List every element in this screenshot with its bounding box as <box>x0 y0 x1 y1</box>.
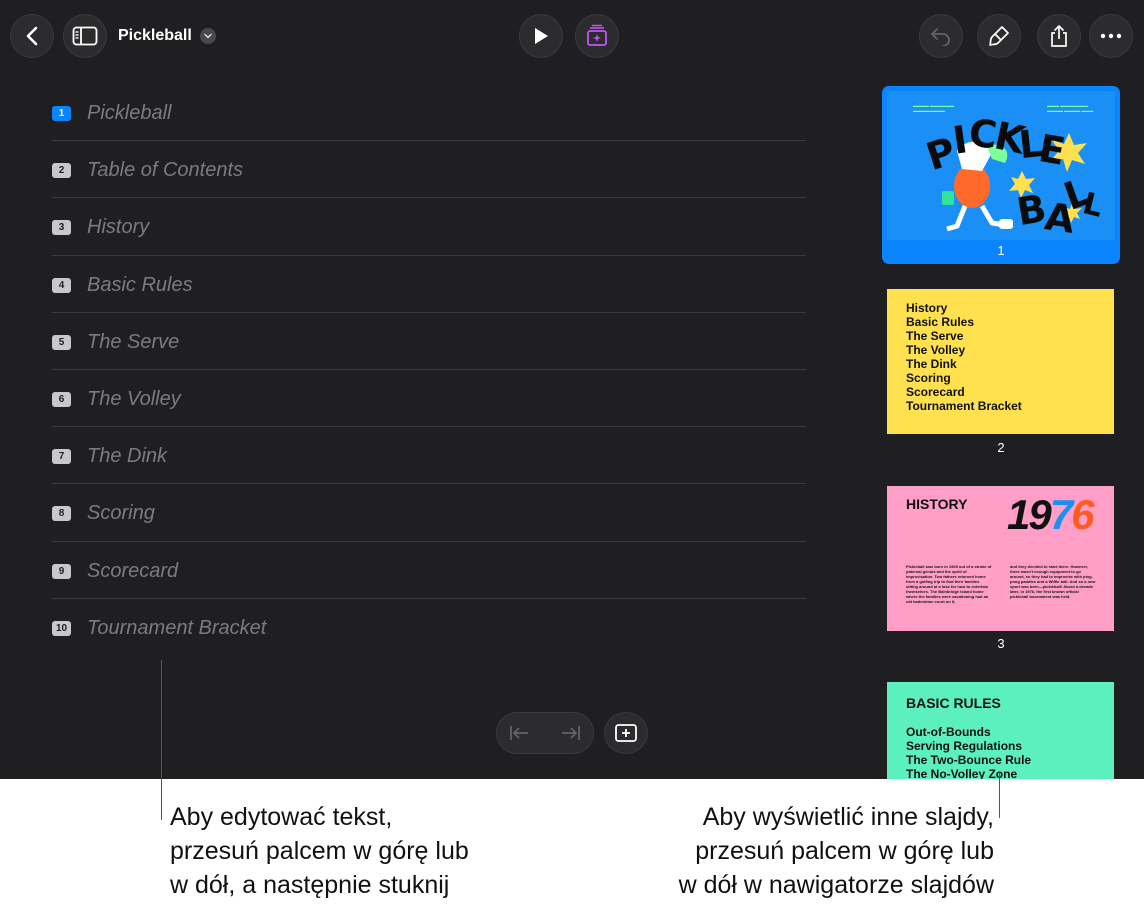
slide-3-body-column: and they decided to start there. However… <box>1010 564 1096 599</box>
rules-item: The No-Volley Zone <box>906 767 1018 779</box>
outline-row[interactable]: 6 The Volley <box>52 370 806 428</box>
view-options-button[interactable] <box>63 14 107 58</box>
slide-number-label: 3 <box>997 636 1005 651</box>
format-button[interactable] <box>977 14 1021 58</box>
outline-row[interactable]: 7 The Dink <box>52 427 806 485</box>
back-button[interactable] <box>10 14 54 58</box>
outline-title[interactable]: The Dink <box>87 444 167 468</box>
slide-4-heading: BASIC RULES <box>906 695 1001 711</box>
document-title[interactable]: Pickleball <box>118 25 192 47</box>
undo-button[interactable] <box>919 14 963 58</box>
slide-1-artwork: ▬▬▬▬ ▬▬▬▬▬▬ ▬▬▬▬▬▬▬▬ ▬▬▬ ▬▬▬▬▬▬▬ ▬▬▬▬ ▬▬▬▬… <box>887 91 1115 240</box>
slide-number-badge: 4 <box>52 277 71 293</box>
keynote-app: Pickleball 1 Pickleball 2 Table of Content… <box>0 0 1144 779</box>
slide-thumbnail-2[interactable]: History Basic Rules The Serve The Volley… <box>887 289 1114 434</box>
sidebar-icon <box>72 26 98 46</box>
outline-title[interactable]: Scorecard <box>87 559 178 583</box>
slide-number-badge: 2 <box>52 163 71 179</box>
more-button[interactable] <box>1089 14 1133 58</box>
outline-row[interactable]: 4 Basic Rules <box>52 256 806 313</box>
outline-title[interactable]: History <box>87 215 149 239</box>
outline-row[interactable]: 1 Pickleball <box>52 84 806 142</box>
add-slide-icon <box>615 724 637 742</box>
chevron-left-icon <box>26 26 38 46</box>
add-slide-button[interactable] <box>604 712 648 754</box>
paintbrush-icon <box>989 26 1009 46</box>
slide-number-badge: 7 <box>52 449 71 465</box>
chevron-down-icon <box>204 33 212 39</box>
slide-thumbnail-1[interactable]: ▬▬▬▬ ▬▬▬▬▬▬ ▬▬▬▬▬▬▬▬ ▬▬▬ ▬▬▬▬▬▬▬ ▬▬▬▬ ▬▬▬▬… <box>882 86 1120 264</box>
writing-tools-button[interactable] <box>575 14 619 58</box>
callout-edit-text: Aby edytować tekst, przesuń palcem w gór… <box>170 803 469 899</box>
callout-line-left <box>161 660 162 820</box>
indent-controls <box>496 712 594 754</box>
outline-row[interactable]: 3 History <box>52 198 806 256</box>
slide-number-badge: 6 <box>52 391 71 407</box>
slide-number-label: 2 <box>997 440 1005 455</box>
outline-title[interactable]: Scoring <box>87 501 155 525</box>
outline-title[interactable]: The Volley <box>87 387 181 411</box>
outdent-icon <box>510 726 528 740</box>
outdent-button[interactable] <box>508 722 530 749</box>
play-button[interactable] <box>519 14 563 58</box>
outline-row[interactable]: 10 Tournament Bracket <box>52 599 806 656</box>
toc-item: Tournament Bracket <box>906 399 1022 413</box>
toc-item: Scorecard <box>906 385 965 399</box>
rules-item: The Two-Bounce Rule <box>906 753 1032 767</box>
title-menu-button[interactable] <box>200 28 216 44</box>
toc-item: Scoring <box>906 371 951 385</box>
outline-title[interactable]: Pickleball <box>87 101 171 125</box>
slide-3-heading: HISTORY <box>906 496 968 512</box>
outline-row[interactable]: 9 Scorecard <box>52 542 806 599</box>
outline-title[interactable]: Tournament Bracket <box>87 616 266 640</box>
toc-item: Basic Rules <box>906 315 975 329</box>
outline-title[interactable]: The Serve <box>87 330 179 354</box>
slide-number-badge: 5 <box>52 334 71 350</box>
slide-number-badge: 1 <box>52 106 71 121</box>
outline-row[interactable]: 8 Scoring <box>52 484 806 542</box>
toc-item: The Serve <box>906 329 964 343</box>
slide-number-badge: 10 <box>52 620 71 636</box>
indent-icon <box>562 726 580 740</box>
slide-3-body-column: Pickleball was born in 1965 out of a str… <box>906 564 992 604</box>
share-button[interactable] <box>1037 14 1081 58</box>
outline-title[interactable]: Basic Rules <box>87 273 193 297</box>
slide-thumbnail-3[interactable]: HISTORY 1976 Pickleball was born in 1965… <box>887 486 1114 631</box>
rules-item: Serving Regulations <box>906 739 1023 753</box>
more-icon <box>1100 33 1122 39</box>
slide-number-badge: 3 <box>52 220 71 236</box>
undo-icon <box>931 28 950 46</box>
outline-title[interactable]: Table of Contents <box>87 158 243 182</box>
callout-view-slides: Aby wyświetlić inne slajdy, przesuń palc… <box>678 803 994 899</box>
outline-row[interactable]: 2 Table of Contents <box>52 141 806 199</box>
magic-slide-icon <box>587 24 607 46</box>
slide-number-badge: 9 <box>52 563 71 579</box>
slide-number-label: 1 <box>997 243 1005 258</box>
slide-3-year: 1976 <box>1007 491 1094 538</box>
toc-item: The Volley <box>906 343 966 357</box>
share-icon <box>1051 25 1067 47</box>
slide-thumbnail-4[interactable]: BASIC RULES Out-of-Bounds Serving Regula… <box>887 682 1114 779</box>
play-icon <box>535 28 548 44</box>
rules-item: Out-of-Bounds <box>906 725 991 739</box>
toc-item: History <box>906 301 948 315</box>
toc-item: The Dink <box>906 357 957 371</box>
indent-button[interactable] <box>560 722 582 749</box>
callout-line-right <box>999 772 1000 818</box>
slide-number-badge: 8 <box>52 506 71 522</box>
outline-row[interactable]: 5 The Serve <box>52 313 806 370</box>
outline-list[interactable]: 1 Pickleball 2 Table of Contents 3 History … <box>52 84 806 656</box>
